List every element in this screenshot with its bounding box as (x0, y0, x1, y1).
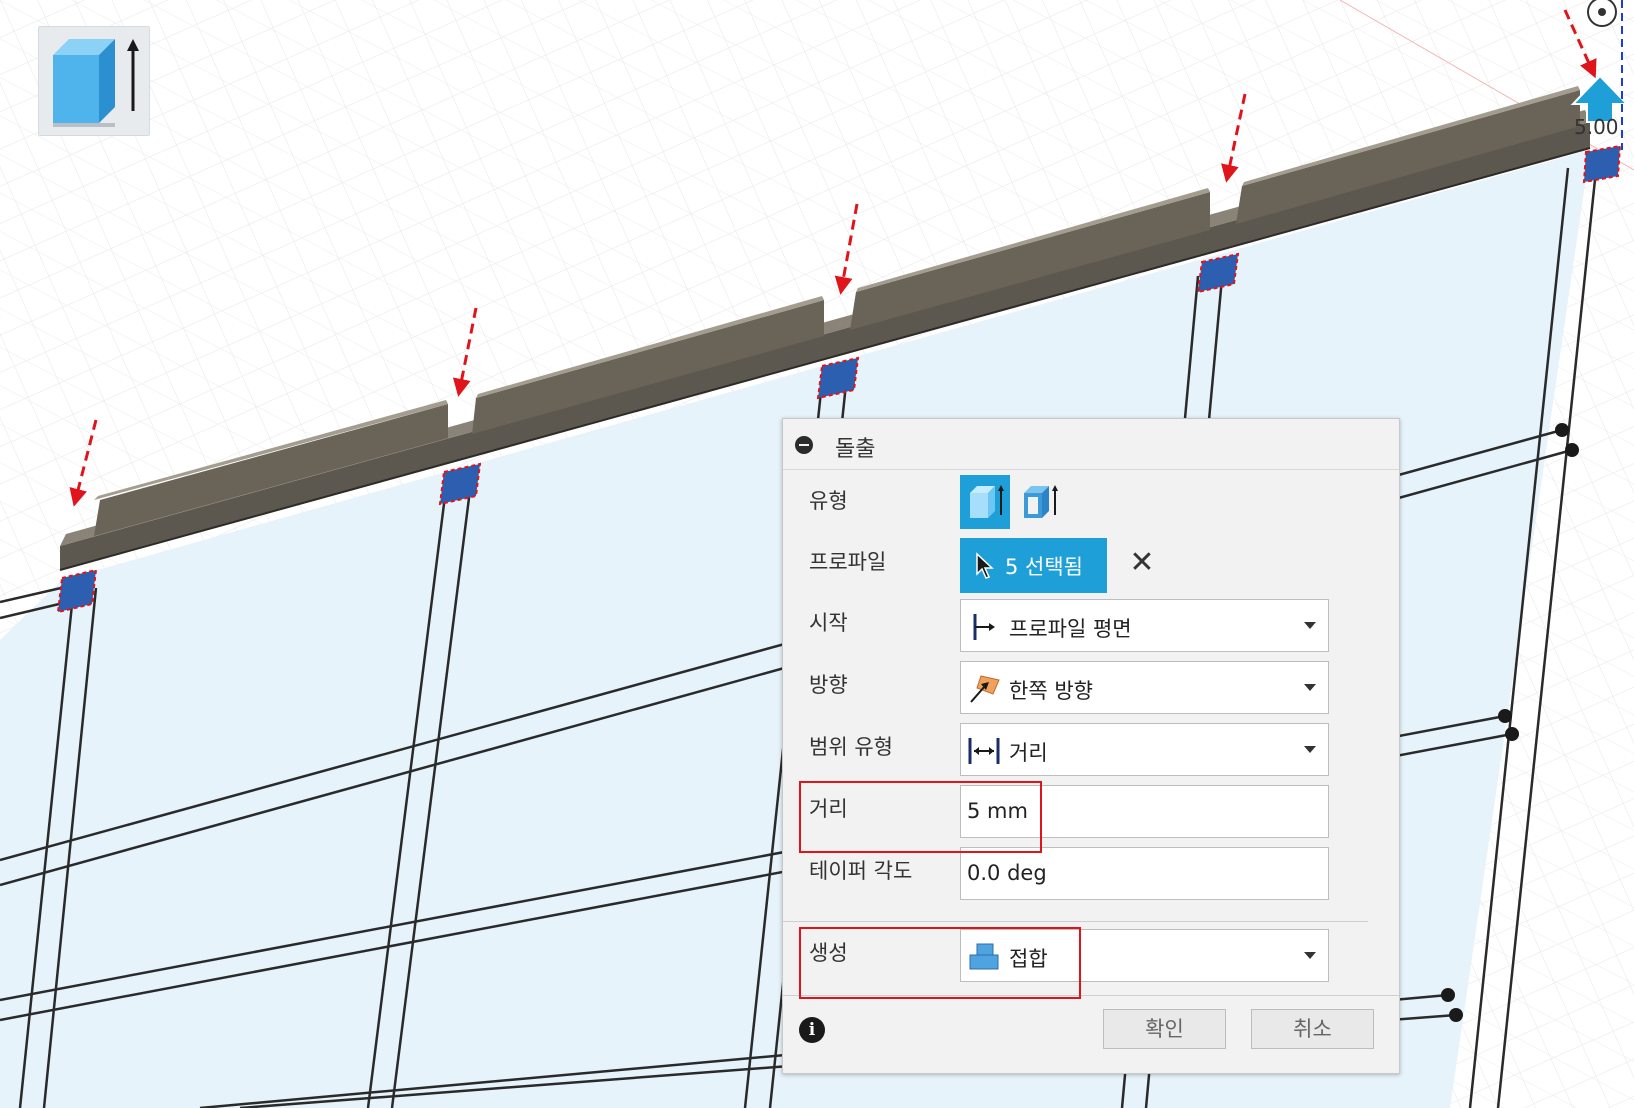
start-value: 프로파일 평면 (1009, 617, 1132, 641)
start-label: 시작 (809, 611, 848, 635)
profile-selection-count: 5 선택됨 (1005, 555, 1083, 579)
chevron-down-icon (1304, 746, 1316, 753)
operation-highlight-box (799, 927, 1081, 999)
solid-type-icon[interactable] (960, 475, 1010, 529)
chevron-down-icon (1304, 684, 1316, 691)
extrude-dialog[interactable]: 돌출 유형 프로파일 5 선택됨 ✕ 시작 프로파일 평면 방향 한쪽 방향 범… (782, 418, 1400, 1074)
direction-dropdown[interactable]: 한쪽 방향 (960, 661, 1329, 714)
cancel-button[interactable]: 취소 (1251, 1009, 1374, 1049)
chevron-down-icon (1304, 622, 1316, 629)
extent-value: 거리 (1009, 741, 1048, 765)
taper-angle-label: 테이퍼 각도 (809, 859, 913, 883)
dialog-header[interactable]: 돌출 (783, 419, 1399, 470)
taper-angle-input[interactable]: 0.0 deg (960, 847, 1329, 900)
clear-icon[interactable]: ✕ (1124, 543, 1160, 583)
one-side-direction-icon (970, 675, 1000, 703)
thin-type-icon[interactable] (1014, 475, 1064, 529)
direction-label: 방향 (809, 673, 848, 697)
dialog-title: 돌출 (835, 437, 876, 462)
distance-extent-icon (968, 738, 1000, 764)
divider (783, 921, 1368, 922)
distance-highlight-box (799, 781, 1042, 853)
chevron-down-icon (1304, 952, 1316, 959)
start-dropdown[interactable]: 프로파일 평면 (960, 599, 1329, 652)
extent-type-label: 범위 유형 (809, 735, 893, 759)
extent-type-dropdown[interactable]: 거리 (960, 723, 1329, 776)
start-plane-icon (973, 614, 995, 640)
profile-label: 프로파일 (809, 550, 887, 574)
extrude-tool-icon[interactable] (38, 26, 150, 136)
dimension-label: 5.00 (1574, 115, 1619, 139)
collapse-icon[interactable] (795, 436, 813, 454)
taper-value: 0.0 deg (967, 861, 1047, 885)
profile-selection-button[interactable]: 5 선택됨 (960, 538, 1107, 593)
direction-value: 한쪽 방향 (1009, 679, 1093, 703)
info-icon[interactable]: i (799, 1017, 825, 1043)
cursor-icon (976, 552, 994, 579)
ok-button[interactable]: 확인 (1103, 1009, 1226, 1049)
type-label: 유형 (809, 489, 848, 513)
